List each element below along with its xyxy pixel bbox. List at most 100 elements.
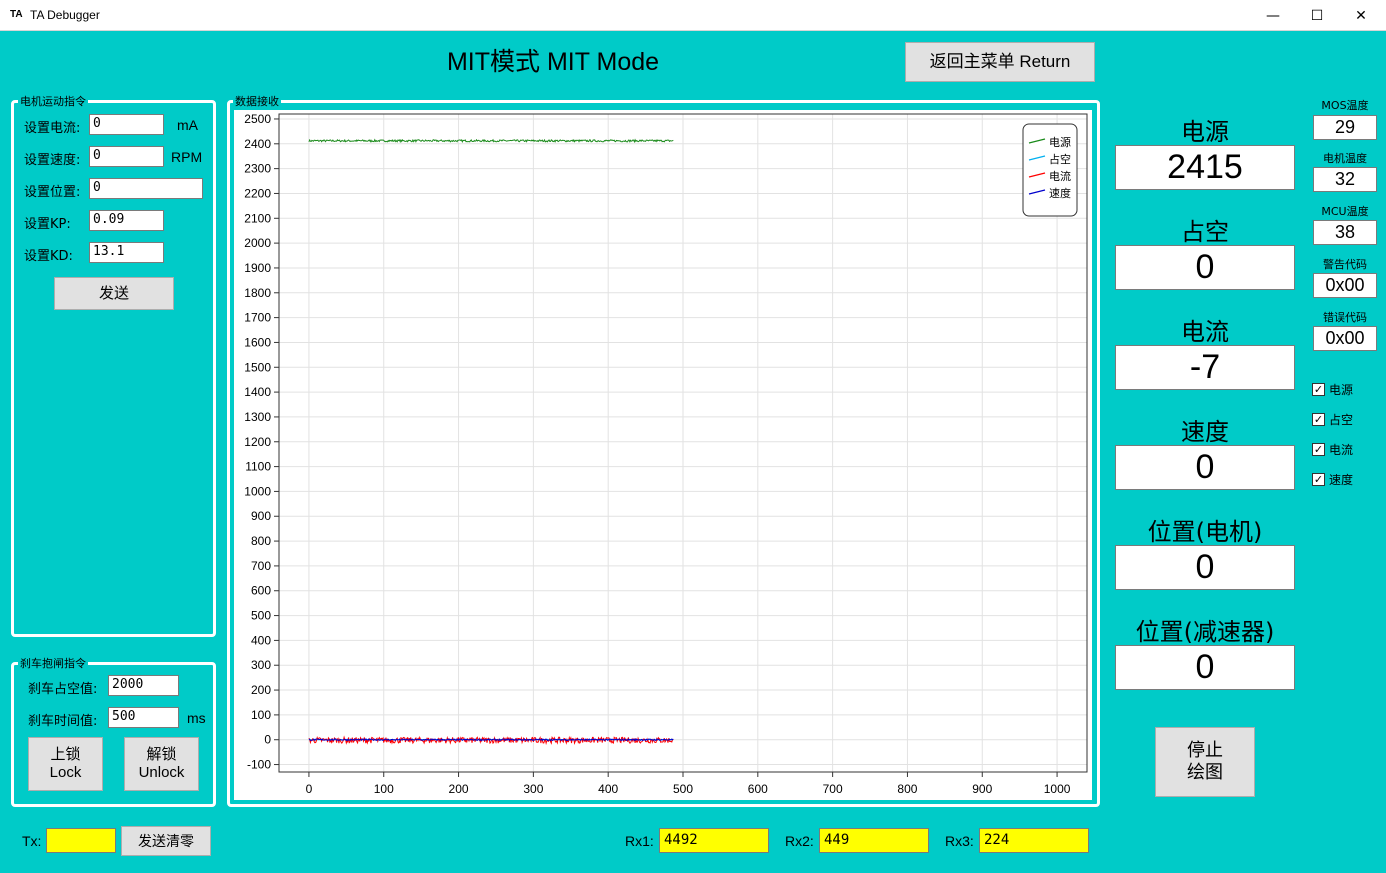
legend-label: 电流 bbox=[1049, 169, 1071, 183]
brake-group-label: 刹车抱闸指令 bbox=[18, 655, 88, 671]
y-tick-label: 1800 bbox=[244, 286, 271, 300]
current-readout-label: 电流 bbox=[1181, 318, 1229, 346]
rx2-field[interactable]: 449 bbox=[819, 828, 929, 853]
motion-group-label: 电机运动指令 bbox=[18, 93, 88, 109]
y-tick-label: 1700 bbox=[244, 311, 271, 325]
x-tick-label: 200 bbox=[449, 782, 469, 796]
mos-temp-value: 29 bbox=[1313, 115, 1377, 140]
rx1-field[interactable]: 4492 bbox=[659, 828, 769, 853]
stop-plot-line1: 停止 bbox=[1187, 740, 1223, 761]
checkbox-duty[interactable]: ✓ 占空 bbox=[1312, 411, 1353, 428]
checkbox-duty-label: 占空 bbox=[1329, 413, 1354, 427]
y-tick-label: 100 bbox=[251, 708, 271, 722]
y-tick-label: 1000 bbox=[244, 484, 271, 498]
duty-label: 占空 bbox=[1181, 218, 1229, 246]
y-tick-label: 2500 bbox=[244, 112, 271, 126]
position-input[interactable]: 0 bbox=[89, 178, 203, 199]
speed-input[interactable]: 0 bbox=[89, 146, 164, 167]
y-tick-label: 1900 bbox=[244, 261, 271, 275]
lock-button-en: Lock bbox=[49, 764, 82, 781]
send-button[interactable]: 发送 bbox=[54, 277, 174, 310]
warning-code-value: 0x00 bbox=[1313, 273, 1377, 298]
close-icon: ✕ bbox=[1355, 7, 1367, 24]
clear-send-button[interactable]: 发送清零 bbox=[121, 826, 211, 856]
rx2-label: Rx2: bbox=[785, 833, 814, 849]
kd-input[interactable]: 13.1 bbox=[89, 242, 164, 263]
speed-unit: RPM bbox=[171, 149, 203, 165]
y-tick-label: -100 bbox=[247, 758, 271, 772]
y-tick-label: 1500 bbox=[244, 360, 271, 374]
y-tick-label: 400 bbox=[251, 633, 271, 647]
brake-time-label: 刹车时间值: bbox=[28, 714, 98, 729]
y-tick-label: 1200 bbox=[244, 435, 271, 449]
checkbox-power[interactable]: ✓ 电源 bbox=[1312, 381, 1353, 398]
speed-readout-label: 速度 bbox=[1181, 418, 1229, 446]
mcu-temp-value: 38 bbox=[1313, 220, 1377, 245]
minimize-button[interactable]: — bbox=[1250, 0, 1296, 31]
x-tick-label: 500 bbox=[673, 782, 693, 796]
y-tick-label: 2400 bbox=[244, 137, 271, 151]
return-button[interactable]: 返回主菜单 Return bbox=[905, 42, 1095, 82]
checkbox-speed-label: 速度 bbox=[1329, 473, 1354, 487]
chart-legend: 电源占空电流速度 bbox=[1022, 123, 1078, 217]
y-tick-label: 1600 bbox=[244, 335, 271, 349]
x-tick-label: 700 bbox=[823, 782, 843, 796]
motor-position-value: 0 bbox=[1115, 545, 1295, 590]
data-chart[interactable]: 0 100 200 300 400 500 600 700 800 900 1000 -100 0 100… bbox=[234, 110, 1092, 800]
lock-button[interactable]: 上锁 Lock bbox=[28, 737, 103, 791]
tx-field[interactable] bbox=[46, 828, 116, 853]
x-tick-label: 1000 bbox=[1044, 782, 1071, 796]
checkbox-power-label: 电源 bbox=[1329, 383, 1354, 397]
duty-value: 0 bbox=[1115, 245, 1295, 290]
brake-duty-label: 刹车占空值: bbox=[28, 682, 98, 697]
checkmark-icon: ✓ bbox=[1312, 473, 1325, 486]
current-readout-value: -7 bbox=[1115, 345, 1295, 390]
unlock-button[interactable]: 解锁 Unlock bbox=[124, 737, 199, 791]
checkbox-speed[interactable]: ✓ 速度 bbox=[1312, 471, 1353, 488]
motor-temp-label: 电机温度 bbox=[1323, 152, 1367, 165]
y-tick-label: 2200 bbox=[244, 186, 271, 200]
legend-label: 占空 bbox=[1049, 152, 1071, 166]
stop-plot-line2: 绘图 bbox=[1187, 762, 1223, 782]
x-tick-label: 100 bbox=[374, 782, 394, 796]
maximize-icon: ☐ bbox=[1310, 7, 1324, 24]
maximize-button[interactable]: ☐ bbox=[1294, 0, 1340, 31]
y-tick-label: 2000 bbox=[244, 236, 271, 250]
mos-temp-label: MOS温度 bbox=[1321, 99, 1369, 112]
kp-input[interactable]: 0.09 bbox=[89, 210, 164, 231]
motor-position-label: 位置(电机) bbox=[1147, 518, 1263, 546]
stop-plot-button[interactable]: 停止 绘图 bbox=[1155, 727, 1255, 797]
speed-label: 设置速度: bbox=[24, 153, 81, 168]
y-tick-label: 1300 bbox=[244, 410, 271, 424]
app-logo-icon: TA bbox=[10, 9, 23, 20]
current-input[interactable]: 0 bbox=[89, 114, 164, 135]
close-button[interactable]: ✕ bbox=[1338, 0, 1384, 31]
unlock-button-en: Unlock bbox=[138, 764, 185, 781]
y-tick-label: 700 bbox=[251, 559, 271, 573]
tx-label: Tx: bbox=[22, 833, 42, 849]
y-tick-label: 2300 bbox=[244, 162, 271, 176]
brake-duty-input[interactable]: 2000 bbox=[108, 675, 179, 696]
rx3-field[interactable]: 224 bbox=[979, 828, 1089, 853]
x-tick-label: 900 bbox=[972, 782, 992, 796]
legend-label: 速度 bbox=[1049, 186, 1071, 200]
y-tick-label: 200 bbox=[251, 683, 271, 697]
kd-label: 设置KD: bbox=[24, 249, 73, 264]
x-tick-label: 600 bbox=[748, 782, 768, 796]
chart-background bbox=[234, 110, 1092, 800]
y-tick-label: 900 bbox=[251, 509, 271, 523]
page-title: MIT模式 MIT Mode bbox=[446, 48, 660, 76]
mcu-temp-label: MCU温度 bbox=[1321, 205, 1369, 218]
y-tick-label: 500 bbox=[251, 609, 271, 623]
checkmark-icon: ✓ bbox=[1312, 383, 1325, 396]
motor-temp-value: 32 bbox=[1313, 167, 1377, 192]
checkbox-current[interactable]: ✓ 电流 bbox=[1312, 441, 1353, 458]
checkmark-icon: ✓ bbox=[1312, 413, 1325, 426]
speed-readout-value: 0 bbox=[1115, 445, 1295, 490]
title-bar bbox=[0, 0, 1386, 31]
brake-time-input[interactable]: 500 bbox=[108, 707, 179, 728]
x-tick-label: 0 bbox=[306, 782, 313, 796]
legend-label: 电源 bbox=[1049, 135, 1071, 149]
y-tick-label: 1400 bbox=[244, 385, 271, 399]
rx1-label: Rx1: bbox=[625, 833, 654, 849]
